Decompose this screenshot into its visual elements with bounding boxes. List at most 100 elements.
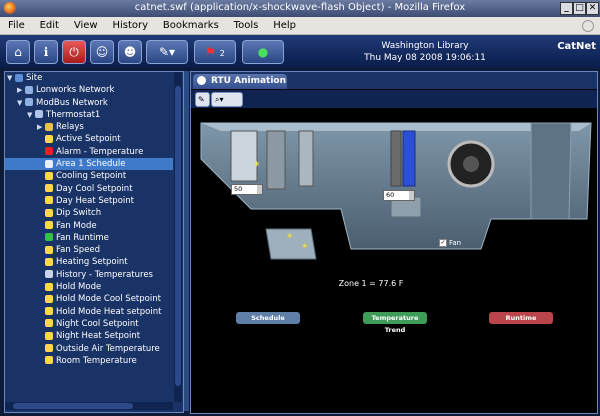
navigation-tree-panel: ▼ Site ▶ Lonworks Network ▼ ModBus Network ▼ Th…: [4, 71, 184, 413]
clock-icon: [45, 159, 53, 168]
maximize-button[interactable]: □: [573, 2, 586, 15]
tree-node-label: Dip Switch: [56, 208, 102, 219]
tree-node[interactable]: Outside Air Temperature: [5, 343, 173, 355]
panel-splitter[interactable]: [184, 71, 189, 411]
tree-node-label: Cooling Setpoint: [56, 171, 127, 182]
tree-node[interactable]: Night Heat Setpoint: [5, 330, 173, 342]
menu-view[interactable]: View: [74, 17, 98, 34]
panel-toolbar: ✎ ⌕▾: [191, 90, 597, 108]
close-button[interactable]: ✕: [586, 2, 599, 15]
bulb-icon: [45, 356, 53, 365]
tree-node-label: Room Temperature: [56, 355, 137, 366]
tree-vertical-scrollbar[interactable]: [174, 72, 182, 402]
expand-toggle-icon[interactable]: ▼: [17, 97, 25, 109]
tree-node-label: Fan Runtime: [56, 232, 109, 243]
tree-node-label: Outside Air Temperature: [56, 343, 160, 354]
schedule-button[interactable]: Schedule: [236, 312, 300, 324]
menu-edit[interactable]: Edit: [40, 17, 59, 34]
tree-node-label: Day Heat Setpoint: [56, 195, 134, 206]
tree-node[interactable]: Room Temperature: [5, 355, 173, 367]
menu-file[interactable]: File: [8, 17, 25, 34]
home-button[interactable]: ⌂: [6, 40, 30, 64]
menu-tools[interactable]: Tools: [234, 17, 259, 34]
history-icon: [45, 270, 53, 279]
tree-node-label: Alarm - Temperature: [56, 146, 144, 157]
tree-node[interactable]: ▶ Relays: [5, 121, 173, 133]
tree-node[interactable]: Area 1 Schedule: [5, 158, 173, 171]
scroll-thumb[interactable]: [13, 403, 133, 409]
tools-dropdown-button[interactable]: ✎▾: [146, 40, 188, 64]
expand-toggle-icon[interactable]: ▼: [7, 72, 15, 84]
expand-toggle-icon[interactable]: ▶: [37, 121, 45, 133]
alarm-flag-button[interactable]: ⚑ 2: [194, 40, 236, 64]
fan-label: Fan: [449, 239, 462, 247]
loading-spinner-icon: [582, 20, 594, 32]
info-button[interactable]: ℹ: [34, 40, 58, 64]
bulb-icon: [45, 319, 53, 328]
tree-node-label: Relays: [56, 122, 84, 133]
valve-position-value: 60: [386, 191, 395, 199]
tree-node[interactable]: History - Temperatures: [5, 269, 173, 281]
bulb-icon: [45, 307, 53, 316]
running-icon: ●: [257, 45, 269, 59]
tree-node-label: Heating Setpoint: [56, 257, 128, 268]
library-name: Washington Library: [381, 41, 469, 51]
temperature-trend-button[interactable]: Temperature Trend: [363, 312, 427, 334]
thermostat-icon: [35, 110, 43, 119]
tree-node-label: Night Heat Setpoint: [56, 331, 141, 342]
tree-node[interactable]: Day Cool Setpoint: [5, 183, 173, 195]
tree-node-label: Night Cool Setpoint: [56, 318, 139, 329]
tree-node[interactable]: Cooling Setpoint: [5, 170, 173, 182]
damper-position-input[interactable]: 50: [231, 184, 263, 195]
svg-text:✶: ✶: [286, 232, 294, 242]
zoom-dropdown-button[interactable]: ⌕▾: [211, 92, 243, 107]
bulb-icon: [45, 331, 53, 340]
tree-node[interactable]: Alarm - Temperature: [5, 146, 173, 158]
tree-node[interactable]: Dip Switch: [5, 207, 173, 219]
spinner-icon[interactable]: [409, 191, 414, 200]
tree-node-label: Area 1 Schedule: [56, 159, 126, 170]
tree-node-label: Day Cool Setpoint: [56, 183, 133, 194]
menu-history[interactable]: History: [112, 17, 148, 34]
fan-checkbox[interactable]: ✓: [439, 239, 447, 247]
tree-node[interactable]: Fan Runtime: [5, 232, 173, 244]
menu-bookmarks[interactable]: Bookmarks: [163, 17, 219, 34]
menu-help[interactable]: Help: [273, 17, 296, 34]
tree-node[interactable]: Day Heat Setpoint: [5, 195, 173, 207]
edit-icon: ✎: [198, 95, 205, 104]
users-button[interactable]: ☻: [118, 40, 142, 64]
tree-horizontal-scrollbar[interactable]: [5, 402, 173, 410]
edit-button[interactable]: ✎: [195, 92, 210, 107]
tab-label: RTU Animation: [211, 76, 286, 86]
tree-node[interactable]: Fan Speed: [5, 244, 173, 256]
window-title-bar: catnet.swf (application/x-shockwave-flas…: [0, 0, 600, 17]
runtime-button[interactable]: ●: [242, 40, 284, 64]
tree-node[interactable]: Heating Setpoint: [5, 256, 173, 268]
spinner-icon[interactable]: [257, 185, 262, 194]
power-button[interactable]: ⏻: [62, 40, 86, 64]
alarm-count: 2: [219, 49, 225, 58]
tree-node[interactable]: ▼ ModBus Network: [5, 97, 173, 109]
scroll-thumb[interactable]: [175, 86, 181, 386]
tree-node[interactable]: ▶ Lonworks Network: [5, 84, 173, 96]
tree-node[interactable]: Fan Mode: [5, 220, 173, 232]
power-icon: ⏻: [69, 45, 79, 59]
tree-node[interactable]: ▼ Thermostat1: [5, 109, 173, 121]
tree-node[interactable]: Hold Mode: [5, 281, 173, 293]
user-button[interactable]: ☺: [90, 40, 114, 64]
tree-node[interactable]: Active Setpoint: [5, 133, 173, 145]
tree-node[interactable]: ▼ Site: [5, 72, 173, 84]
tree-node[interactable]: Night Cool Setpoint: [5, 318, 173, 330]
minimize-button[interactable]: _: [560, 2, 573, 15]
tree-node[interactable]: Hold Mode Heat setpoint: [5, 306, 173, 318]
heating-coil-graphic: [402, 130, 416, 187]
app-toolbar: ⌂ ℹ ⏻ ☺ ☻ ✎▾ ⚑ 2 ● Washington Library Th…: [0, 35, 600, 68]
expand-toggle-icon[interactable]: ▼: [27, 109, 35, 121]
bulb-icon: [45, 134, 53, 143]
valve-position-input[interactable]: 60: [383, 190, 415, 201]
tab-rtu-animation[interactable]: RTU Animation: [193, 74, 287, 89]
date-time: Thu May 08 2008 19:06:11: [364, 53, 486, 63]
runtime-button[interactable]: Runtime: [489, 312, 553, 324]
expand-toggle-icon[interactable]: ▶: [17, 84, 25, 96]
tree-node[interactable]: Hold Mode Cool Setpoint: [5, 293, 173, 305]
